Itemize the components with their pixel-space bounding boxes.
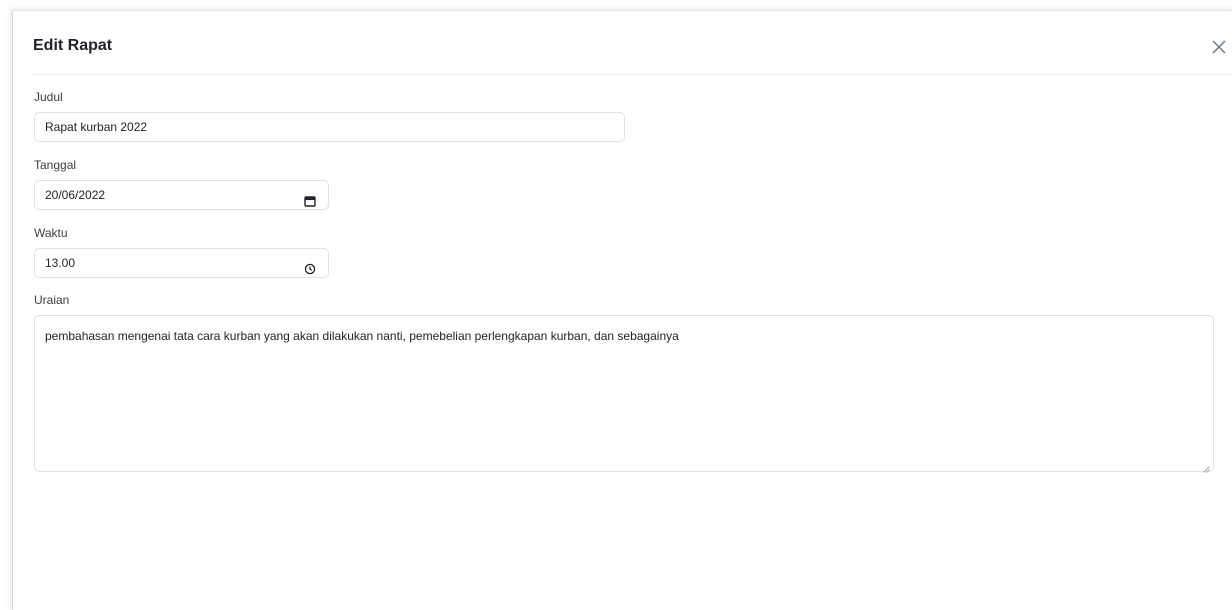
- judul-value: Rapat kurban 2022: [45, 120, 148, 134]
- tanggal-value: 20/06/2022: [45, 188, 106, 202]
- waktu-value: 13.00: [45, 256, 76, 270]
- edit-rapat-modal: Edit Rapat Judul Rapat kurban 2022 Tangg…: [12, 10, 1232, 610]
- modal-header: Edit Rapat: [33, 11, 1232, 75]
- resize-handle-icon[interactable]: [1203, 461, 1210, 473]
- modal-title: Edit Rapat: [33, 37, 113, 54]
- clock-icon[interactable]: [304, 257, 316, 275]
- waktu-input[interactable]: 13.00: [34, 248, 329, 278]
- uraian-label: Uraian: [34, 293, 70, 307]
- calendar-icon[interactable]: [304, 189, 316, 207]
- tanggal-input[interactable]: 20/06/2022: [34, 180, 329, 210]
- tanggal-label: Tanggal: [34, 158, 77, 172]
- uraian-value: pembahasan mengenai tata cara kurban yan…: [45, 329, 679, 343]
- waktu-label: Waktu: [34, 226, 68, 240]
- uraian-textarea[interactable]: pembahasan mengenai tata cara kurban yan…: [34, 315, 1214, 473]
- judul-label: Judul: [34, 90, 63, 104]
- judul-input[interactable]: Rapat kurban 2022: [34, 112, 625, 142]
- close-icon[interactable]: [1210, 38, 1228, 56]
